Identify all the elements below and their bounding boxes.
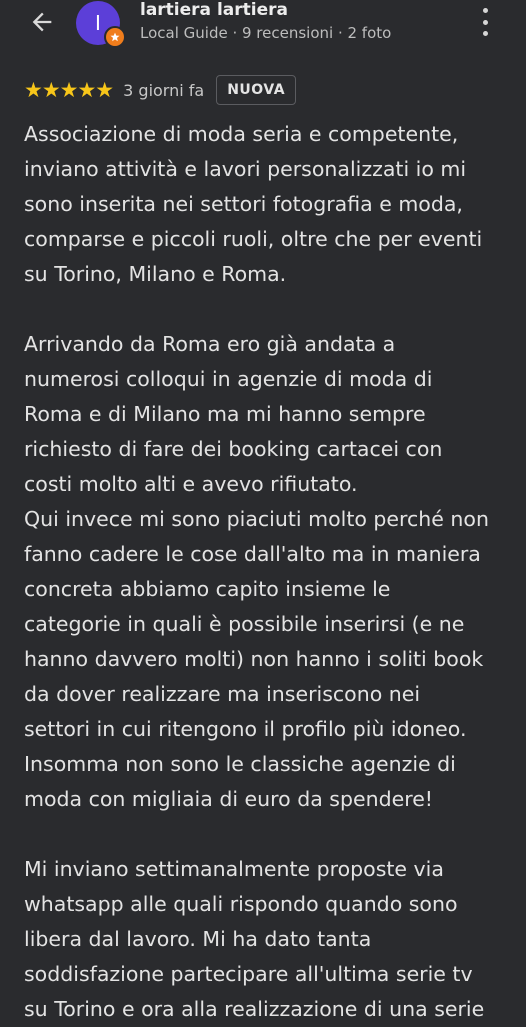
review-text-line: fanno cadere le cose dall'alto ma in man… bbox=[24, 542, 481, 566]
review-text-line: settori in cui ritengono il profilo più … bbox=[24, 717, 467, 741]
review-text-line: whatsapp alle quali rispondo quando sono bbox=[24, 892, 458, 916]
more-options-button[interactable] bbox=[472, 8, 498, 36]
rating-row: ★★★★★ 3 giorni fa NUOVA bbox=[24, 74, 297, 106]
avatar-initial: I bbox=[95, 11, 101, 35]
review-text-line: costi molto alti e avevo rifiutato. bbox=[24, 472, 358, 496]
review-text-line: inviano attività e lavori personalizzati… bbox=[24, 157, 467, 181]
review-text-line: libera dal lavoro. Mi ha dato tanta bbox=[24, 927, 372, 951]
more-vert-icon bbox=[482, 8, 488, 13]
review-text-line: soddisfazione partecipare all'ultima ser… bbox=[24, 962, 473, 986]
review-text-line: Roma e di Milano ma mi hanno sempre bbox=[24, 402, 426, 426]
review-text-line bbox=[24, 292, 520, 327]
star-rating-icon: ★★★★★ bbox=[24, 77, 114, 102]
review-text-line: concreta abbiamo capito insieme le bbox=[24, 577, 391, 601]
review-text-line: sono inserita nei settori fotografia e m… bbox=[24, 192, 463, 216]
review-text: Associazione di moda seria e competente,… bbox=[24, 117, 520, 1027]
more-vert-icon-dot bbox=[482, 31, 488, 36]
user-avatar[interactable]: I bbox=[76, 1, 126, 49]
review-text-line: comparse e piccoli ruoli, oltre che per … bbox=[24, 227, 483, 251]
user-name[interactable]: lartiera lartiera bbox=[140, 0, 288, 20]
user-meta: Local Guide · 9 recensioni · 2 foto bbox=[140, 24, 392, 42]
review-text-line: da dover realizzare ma inseriscono nei bbox=[24, 682, 421, 706]
review-text-line: numerosi colloqui in agenzie di moda di bbox=[24, 367, 433, 391]
review-text-line: moda con migliaia di euro da spendere! bbox=[24, 787, 434, 811]
review-text-line: Qui invece mi sono piaciuti molto perché… bbox=[24, 507, 489, 531]
review-text-line: Arrivando da Roma ero già andata a bbox=[24, 332, 396, 356]
review-header: I lartiera lartiera Local Guide · 9 rece… bbox=[0, 0, 526, 56]
review-time: 3 giorni fa bbox=[123, 80, 205, 100]
review-text-line: Insomma non sono le classiche agenzie di bbox=[24, 752, 456, 776]
review-text-line: Mi inviano settimanalmente proposte via bbox=[24, 857, 444, 881]
review-text-line: su Torino, Milano e Roma. bbox=[24, 262, 287, 286]
local-guide-badge-icon bbox=[104, 26, 126, 48]
review-text-line: su Torino e ora alla realizzazione di un… bbox=[24, 997, 485, 1021]
review-text-line bbox=[24, 817, 520, 852]
review-text-line: Associazione di moda seria e competente, bbox=[24, 122, 459, 146]
new-badge: NUOVA bbox=[216, 75, 297, 105]
back-button[interactable] bbox=[26, 6, 58, 38]
review-text-line: richiesto di fare dei booking cartacei c… bbox=[24, 437, 443, 461]
review-text-line: categorie in quali è possibile inserirsi… bbox=[24, 612, 465, 636]
more-vert-icon-dot bbox=[482, 19, 488, 25]
review-text-line: hanno davvero molti) non hanno i soliti … bbox=[24, 647, 484, 671]
arrow-left-icon bbox=[32, 12, 52, 32]
